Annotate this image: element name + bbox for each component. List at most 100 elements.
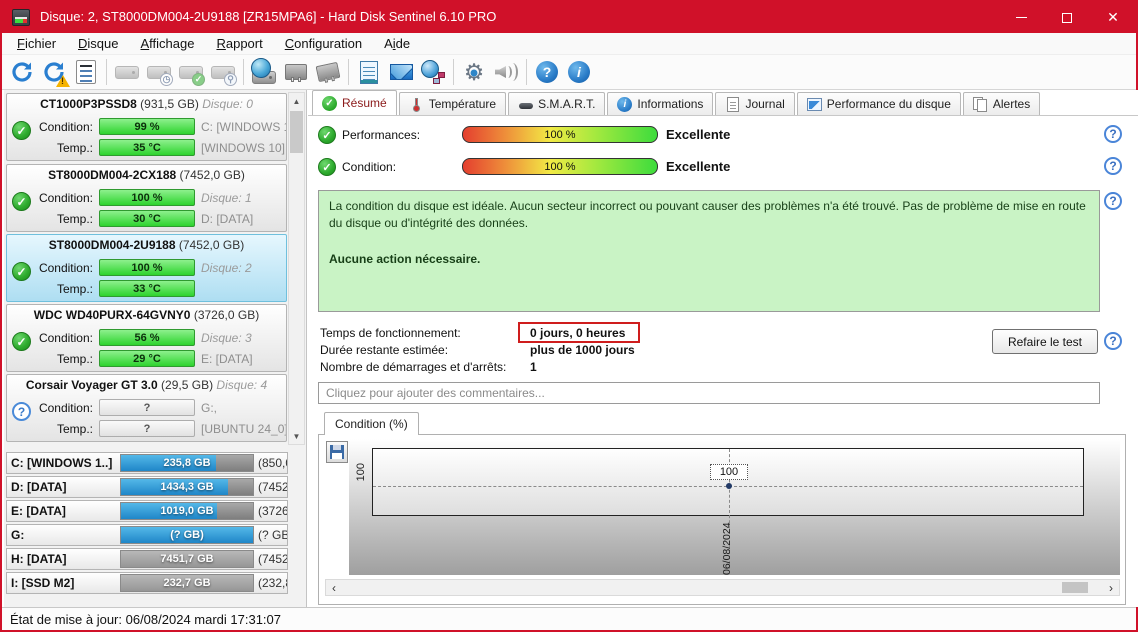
partition-row-i[interactable]: I: [SSD M2] 232,7 GB (232,8 GB) D [6,572,288,594]
log-icon[interactable] [354,57,384,87]
chart-scrollbar[interactable]: ‹ › [325,579,1120,596]
toolbar: ◷ ✓ ⚲ ⚙ ? i [2,55,1136,90]
menu-configuration[interactable]: Configuration [274,34,373,53]
condition-bar: 56 % [99,329,195,346]
tab-smart[interactable]: S.M.A.R.T. [508,92,605,115]
disk-item-2-selected[interactable]: ST8000DM004-2U9188 (7452,0 GB) ✓ Conditi… [6,234,287,302]
disk-number: Disque: 0 [202,97,253,111]
retest-button[interactable]: Refaire le test [992,329,1098,354]
disk-number: Disque: 3 [201,331,252,345]
status-bar: État de mise à jour: 06/08/2024 mardi 17… [2,607,1136,630]
partition-total: (? GB) [258,528,288,542]
condition-label: Condition: [7,120,93,134]
refresh-icon[interactable] [7,57,37,87]
partition-row-h[interactable]: H: [DATA] 7451,7 GB (7452,0 GB) [6,548,288,570]
disk-volume-2: [WINDOWS 10] [201,141,285,155]
chart-panel: 100 100 06/08/2024 ‹ › [318,434,1126,605]
report-icon[interactable] [71,57,101,87]
tab-journal[interactable]: Journal [715,92,794,115]
tab-temperature[interactable]: Température [399,92,506,115]
partition-row-g[interactable]: G: (? GB) (? GB) Disqu [6,524,288,546]
partition-usage-bar: 1434,3 GB [120,478,254,496]
network-disk-icon[interactable] [249,57,279,87]
page-icon [725,97,740,112]
network-status-icon[interactable] [418,57,448,87]
lifetime-label: Durée restante estimée: [320,343,448,357]
partition-usage-bar: 1019,0 GB [120,502,254,520]
tab-alertes[interactable]: Alertes [963,92,1040,115]
menu-fichier[interactable]: Fichier [6,34,67,53]
comment-input[interactable] [318,382,1100,404]
disk-icon [518,97,533,112]
data-point-label: 100 [710,464,748,480]
scroll-down-icon[interactable]: ▼ [289,428,304,444]
disk-item-0[interactable]: CT1000P3PSSD8 (931,5 GB) Disque: 0 ✓ Con… [6,93,287,161]
warning-badge-icon [56,75,70,87]
condition-label: Condition: [7,191,93,205]
scrollbar-thumb[interactable] [290,111,303,153]
tab-informations[interactable]: iInformations [607,92,713,115]
disk-volume-2: [UBUNTU 24_0] [201,422,287,436]
disk-item-3[interactable]: WDC WD40PURX-64GVNY0 (3726,0 GB) ✓ Condi… [6,304,287,372]
disk-item-1[interactable]: ST8000DM004-2CX188 (7452,0 GB) ✓ Conditi… [6,164,287,232]
disk-check-icon: ✓ [176,57,206,87]
pages-icon [973,97,988,112]
help-icon[interactable]: ? [1104,125,1122,143]
tab-resume[interactable]: ✓Résumé [312,90,397,115]
lifetime-value: plus de 1000 jours [530,343,635,357]
disk-disconnect-icon[interactable] [313,57,343,87]
start-stop-label: Nombre de démarrages et d'arrêts: [320,360,506,374]
temp-bar: 35 °C [99,139,195,156]
scroll-right-icon[interactable]: › [1103,580,1119,595]
partition-total: (7452,0 GB) [258,552,288,566]
condition-label: Condition: [7,331,93,345]
disk-size: (931,5 GB) [140,97,199,111]
sound-icon[interactable] [491,57,521,87]
help-icon[interactable]: ? [532,57,562,87]
partition-label: G: [11,528,24,542]
partition-row-d[interactable]: D: [DATA] 1434,3 GB (7452,0 GB) [6,476,288,498]
menu-affichage[interactable]: Affichage [130,34,206,53]
close-button[interactable]: ✕ [1090,2,1136,33]
power-on-time-label: Temps de fonctionnement: [320,326,461,340]
main-panel: ✓Résumé Température S.M.A.R.T. iInformat… [308,90,1138,607]
disk-name: Corsair Voyager GT 3.0 [26,378,158,392]
chart-plot-area [372,448,1084,516]
maximize-button[interactable] [1044,2,1090,33]
condition-label: Condition: [342,160,396,174]
partition-total: (850,0 GB) [258,456,288,470]
help-icon[interactable]: ? [1104,192,1122,210]
chart-tab-condition[interactable]: Condition (%) [324,412,419,435]
disk-name: ST8000DM004-2CX188 [48,168,176,182]
help-icon[interactable]: ? [1104,157,1122,175]
y-axis-tick: 100 [355,463,369,481]
tab-performance[interactable]: Performance du disque [797,92,961,115]
menu-aide[interactable]: Aide [373,34,421,53]
disk-list-scrollbar[interactable]: ▲ ▼ [288,92,305,445]
tab-divider [308,115,1138,116]
mail-icon[interactable] [386,57,416,87]
partition-label: I: [SSD M2] [11,576,74,590]
menu-rapport[interactable]: Rapport [205,34,273,53]
refresh-warning-icon[interactable] [39,57,69,87]
menu-disque[interactable]: Disque [67,34,129,53]
minimize-button[interactable] [998,2,1044,33]
partition-row-c[interactable]: C: [WINDOWS 1..] 235,8 GB (850,0 GB) D [6,452,288,474]
health-action: Aucune action nécessaire. [329,251,1089,268]
partition-row-e[interactable]: E: [DATA] 1019,0 GB (3726,0 GB) D [6,500,288,522]
help-icon[interactable]: ? [1104,332,1122,350]
scroll-up-icon[interactable]: ▲ [289,93,304,109]
temp-bar: 29 °C [99,350,195,367]
toolbar-separator [348,59,349,85]
disk-connect-icon[interactable] [281,57,311,87]
scroll-left-icon[interactable]: ‹ [326,580,342,595]
save-chart-button[interactable] [326,441,348,463]
info-icon[interactable]: i [564,57,594,87]
temp-label: Temp.: [7,352,93,366]
disk-offline-icon [112,57,142,87]
settings-gear-icon[interactable]: ⚙ [459,57,489,87]
disk-item-4[interactable]: Corsair Voyager GT 3.0 (29,5 GB) Disque:… [6,374,287,442]
partition-label: E: [DATA] [11,504,66,518]
scrollbar-thumb[interactable] [1062,582,1088,593]
performance-bar: 100 % [462,126,658,143]
